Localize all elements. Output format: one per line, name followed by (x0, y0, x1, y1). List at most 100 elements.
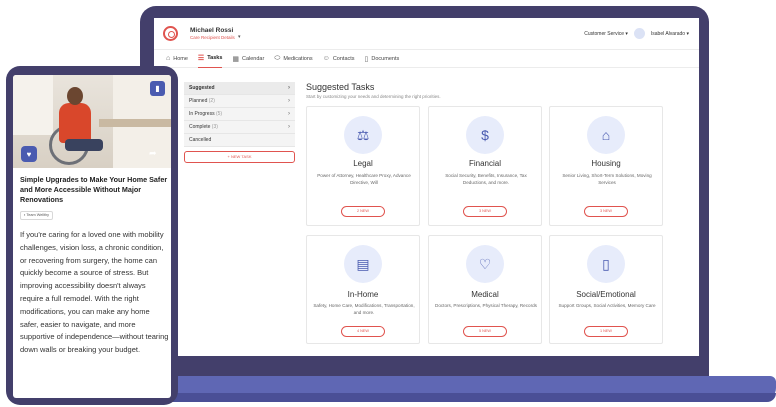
tab-label: Contacts (332, 55, 355, 62)
customer-service-label: Customer Service (584, 30, 624, 37)
photo-window (13, 75, 53, 135)
category-card-financial[interactable]: $ Financial Social Security, Benefits, I… (428, 106, 542, 226)
status-suggested[interactable]: Suggested › (184, 82, 295, 95)
new-tasks-button[interactable]: 1 NEW (584, 326, 628, 337)
phone-screen: ▮ ♥ ➦ Simple Upgrades to Make Your Home … (13, 75, 171, 398)
new-tasks-button[interactable]: 5 NEW (463, 326, 507, 337)
category-card-medical[interactable]: ♡ Medical Doctors, Prescriptions, Physic… (428, 235, 542, 344)
category-card-in-home[interactable]: ▤ In-Home Safety, Home Care, Modificatio… (306, 235, 420, 344)
card-title: Social/Emotional (576, 290, 636, 299)
card-description: Power of Attorney, Healthcare Proxy, Adv… (317, 173, 411, 185)
card-title: Legal (353, 159, 373, 168)
customer-service-menu[interactable]: Customer Service ▾ (584, 31, 628, 37)
scales-icon: ⚖ (344, 116, 382, 154)
category-card-legal[interactable]: ⚖ Legal Power of Attorney, Healthcare Pr… (306, 106, 420, 226)
status-label: Complete (189, 124, 211, 130)
chevron-right-icon: › (288, 111, 290, 117)
tab-label: Home (173, 55, 188, 62)
card-description: Doctors, Prescriptions, Physical Therapy… (435, 303, 537, 308)
card-description: Support Groups, Social Activities, Memor… (558, 303, 656, 308)
header-right: Customer Service ▾ Isabel Alvarado ▾ (584, 28, 689, 39)
pill-icon: ⬭ (274, 54, 281, 62)
status-label: Planned (189, 98, 208, 104)
tab-medications[interactable]: ⬭ Medications (274, 50, 312, 68)
bookmark-icon[interactable]: ▮ (150, 81, 165, 96)
photo-counter (99, 119, 171, 127)
new-tasks-button[interactable]: 4 NEW (341, 326, 385, 337)
chevron-right-icon: › (288, 98, 290, 104)
new-task-button[interactable]: + NEW TASK (184, 151, 295, 163)
status-label: Suggested (189, 85, 215, 91)
app-header: Michael Rossi Care Recipient Details ▾ C… (154, 18, 699, 50)
account-menu[interactable]: Isabel Alvarado ▾ (651, 31, 689, 37)
tab-documents[interactable]: ▯ Documents (365, 50, 400, 68)
category-card-housing[interactable]: ⌂ Housing Senior Living, Short-Term Solu… (549, 106, 663, 226)
calendar-icon: ▦ (232, 55, 239, 63)
status-label: Cancelled (189, 137, 212, 143)
status-label: In Progress (189, 111, 215, 117)
house-icon: ⌂ (587, 116, 625, 154)
task-status-list: Suggested › Planned (2) › In Progress (5)… (184, 82, 295, 163)
card-title: Medical (471, 290, 499, 299)
article-photo: ▮ ♥ ➦ (13, 75, 171, 168)
laptop-base-edge (142, 393, 776, 402)
card-description: Social Security, Benefits, Insurance, Ta… (445, 173, 527, 185)
card-title: In-Home (347, 290, 379, 299)
tab-tasks[interactable]: ☰ Tasks (197, 50, 223, 68)
tasks-list-icon: ☰ (197, 55, 205, 62)
page-subtitle: Start by customizing your needs and dete… (306, 94, 441, 99)
account-name: Isabel Alvarado (650, 30, 686, 37)
author-tag: ▪ Team Wellthy (20, 211, 54, 220)
new-tasks-button[interactable]: 3 NEW (584, 206, 628, 217)
document-icon: ▯ (364, 55, 369, 63)
category-card-social-emotional[interactable]: ▯ Social/Emotional Support Groups, Socia… (549, 235, 663, 344)
article-body: If you're caring for a loved one with mo… (20, 230, 169, 355)
main-nav: ⌂ Home ☰ Tasks ▦ Calendar ⬭ Medications ☺ Con… (154, 50, 699, 68)
money-icon: $ (466, 116, 504, 154)
tab-home[interactable]: ⌂ Home (166, 50, 188, 68)
bed-icon: ▤ (344, 245, 382, 283)
card-description: Senior Living, Short-Term Solutions, Mov… (562, 173, 652, 185)
article-title[interactable]: Simple Upgrades to Make Your Home Safer … (20, 175, 170, 205)
new-tasks-button[interactable]: 2 NEW (341, 206, 385, 217)
card-title: Housing (591, 159, 621, 168)
tab-calendar[interactable]: ▦ Calendar (232, 50, 264, 68)
avatar[interactable] (633, 28, 645, 39)
care-recipient-selector[interactable]: Michael Rossi Care Recipient Details (190, 27, 235, 40)
care-recipient-name: Michael Rossi (190, 27, 234, 34)
share-icon[interactable]: ➦ (149, 148, 157, 159)
home-icon: ⌂ (166, 55, 171, 62)
new-tasks-button[interactable]: 3 NEW (463, 206, 507, 217)
chevron-down-icon[interactable]: ▾ (238, 34, 241, 40)
status-complete[interactable]: Complete (3) › (184, 121, 295, 134)
heartbeat-icon: ♡ (466, 245, 504, 283)
card-description: Safety, Home Care, Modifications, Transp… (313, 303, 415, 315)
person-legs (65, 139, 103, 151)
page-title: Suggested Tasks (306, 82, 375, 92)
status-count: (3) (211, 124, 218, 130)
heart-icon[interactable]: ♥ (21, 146, 37, 162)
chevron-right-icon: › (288, 124, 290, 130)
stage: Michael Rossi Care Recipient Details ▾ C… (0, 0, 776, 407)
status-in-progress[interactable]: In Progress (5) › (184, 108, 295, 121)
phone-icon: ▯ (587, 245, 625, 283)
status-count: (2) (208, 98, 215, 104)
tab-label: Documents (371, 55, 400, 62)
status-planned[interactable]: Planned (2) › (184, 95, 295, 108)
chevron-down-icon: ▾ (625, 30, 628, 37)
status-count: (5) (215, 111, 223, 117)
status-cancelled[interactable]: Cancelled (184, 134, 295, 147)
tab-label: Tasks (207, 55, 223, 61)
tab-label: Calendar (242, 55, 265, 62)
chevron-right-icon: › (288, 85, 290, 91)
card-title: Financial (468, 159, 501, 168)
care-recipient-details-link[interactable]: Care Recipient Details (190, 35, 235, 40)
tab-label: Medications (283, 55, 313, 62)
contacts-icon: ☺ (322, 55, 330, 62)
brand-logo-icon[interactable] (163, 26, 178, 41)
tab-contacts[interactable]: ☺ Contacts (323, 50, 355, 68)
person-head (67, 87, 83, 105)
chevron-down-icon: ▾ (686, 30, 689, 37)
author-label: Team Wellthy (26, 213, 50, 217)
person-body (59, 103, 91, 143)
